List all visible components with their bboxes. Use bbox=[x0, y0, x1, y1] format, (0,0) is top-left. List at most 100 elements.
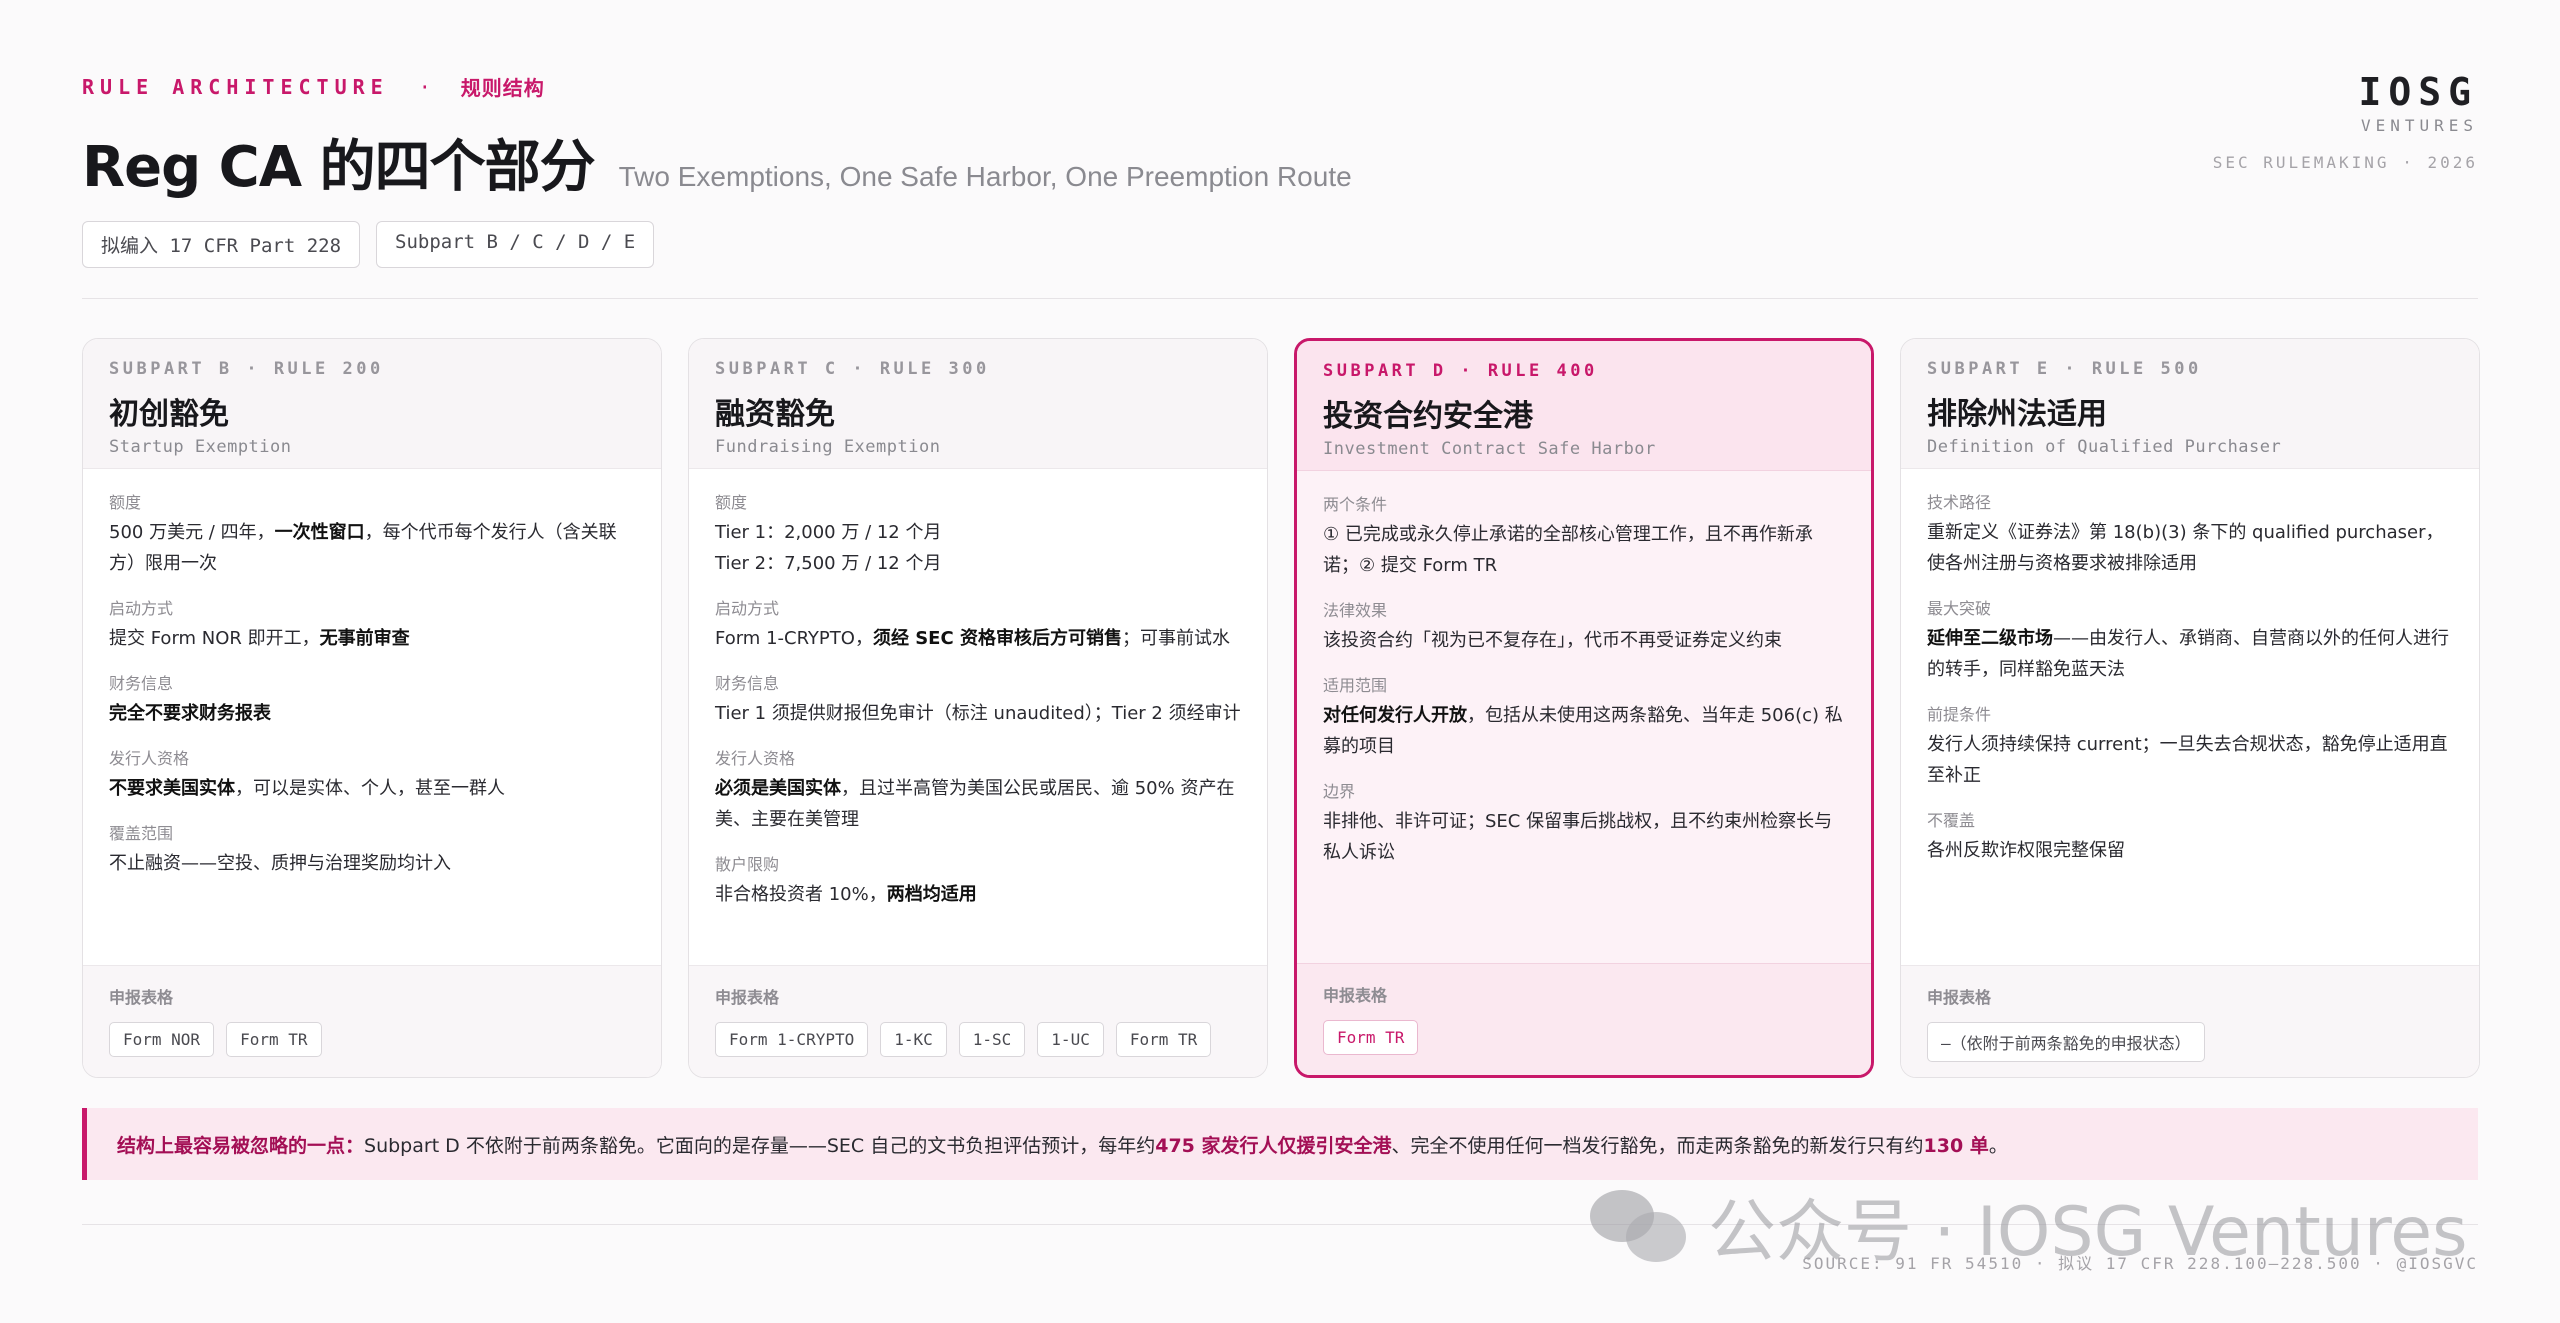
card-field: 发行人资格必须是美国实体，且过半高管为美国公民或居民、逾 50% 资产在美、主要… bbox=[715, 745, 1241, 835]
form-chip: Form TR bbox=[1323, 1020, 1419, 1055]
form-chip: 1-SC bbox=[958, 1022, 1026, 1057]
form-chip: Form TR bbox=[1115, 1022, 1212, 1057]
card-subpart: SUBPART B · RULE 200 bbox=[109, 359, 384, 379]
field-value: Tier 1 须提供财报但免审计（标注 unaudited）；Tier 2 须经… bbox=[715, 703, 1241, 724]
card-field: 技术路径重新定义《证券法》第 18(b)(3) 条下的 qualified pu… bbox=[1927, 489, 2453, 579]
card-body: 额度 Tier 1：2,000 万 / 12 个月 Tier 2：7,500 万 /… bbox=[689, 469, 1267, 910]
tag-row: 拟编入 17 CFR Part 228 Subpart B / C / D / … bbox=[82, 221, 655, 268]
field-label: 额度 bbox=[109, 493, 142, 512]
callout-text-3: 。 bbox=[1988, 1134, 2008, 1157]
card-field: 最大突破延伸至二级市场——由发行人、承销商、自营商以外的任何人进行的转手，同样豁… bbox=[1927, 595, 2453, 685]
field-label: 散户限购 bbox=[715, 855, 780, 874]
card-header: SUBPART C · RULE 300 融资豁免 Fundraising Exem… bbox=[689, 339, 1267, 469]
field-value: 500 万美元 / 四年，一次性窗口，每个代币每个发行人（含关联方）限用一次 bbox=[109, 522, 617, 574]
field-value: ① 已完成或永久停止承诺的全部核心管理工作，且不再作新承诺；② 提交 Form … bbox=[1323, 524, 1813, 576]
title-row: Reg CA 的四个部分 Two Exemptions, One Safe Ha… bbox=[82, 122, 1352, 203]
field-value: 非合格投资者 10%，两档均适用 bbox=[715, 884, 977, 905]
card-footer: 申报表格 Form NOR Form TR bbox=[83, 965, 661, 1077]
field-label: 法律效果 bbox=[1323, 601, 1388, 620]
forms-label: 申报表格 bbox=[1927, 988, 1992, 1007]
callout-highlight-1: 475 家发行人仅援引安全港 bbox=[1155, 1134, 1392, 1157]
card-footer: 申报表格 Form 1-CRYPTO 1-KC 1-SC 1-UC Form TR bbox=[689, 965, 1267, 1077]
card-body: 技术路径重新定义《证券法》第 18(b)(3) 条下的 qualified pu… bbox=[1901, 469, 2479, 866]
card-title: 融资豁免 bbox=[715, 397, 835, 432]
tag-cfr: 拟编入 17 CFR Part 228 bbox=[82, 221, 361, 268]
field-label: 最大突破 bbox=[1927, 599, 1992, 618]
field-value: 非排他、非许可证；SEC 保留事后挑战权，且不约束州检察长与私人诉讼 bbox=[1323, 811, 1833, 863]
rule-card: SUBPART B · RULE 200 初创豁免 Startup Exemptio… bbox=[82, 338, 662, 1078]
callout-highlight-2: 130 单 bbox=[1923, 1134, 1989, 1157]
rule-card: SUBPART D · RULE 400 投资合约安全港 Investment Co… bbox=[1294, 338, 1874, 1078]
field-label: 适用范围 bbox=[1323, 676, 1388, 695]
card-subpart: SUBPART C · RULE 300 bbox=[715, 359, 990, 379]
callout-note: 结构上最容易被忽略的一点： Subpart D 不依附于前两条豁免。它面向的是存… bbox=[82, 1108, 2478, 1180]
card-title: 投资合约安全港 bbox=[1323, 399, 1533, 434]
form-chip: —（依附于前两条豁免的申报状态） bbox=[1927, 1022, 2205, 1062]
field-value: 提交 Form NOR 即开工，无事前审查 bbox=[109, 628, 410, 649]
callout-text-2: 、完全不使用任何一档发行豁免，而走两条豁免的新发行只有约 bbox=[1391, 1134, 1924, 1157]
section-kicker: RULE ARCHITECTURE · 规则结构 bbox=[82, 72, 545, 101]
page-subtitle: Two Exemptions, One Safe Harbor, One Pre… bbox=[618, 161, 1352, 192]
card-field: 启动方式 Form 1-CRYPTO，须经 SEC 资格审核后方可销售；可事前试水 bbox=[715, 595, 1241, 654]
card-header: SUBPART B · RULE 200 初创豁免 Startup Exemptio… bbox=[83, 339, 661, 469]
field-label: 不覆盖 bbox=[1927, 811, 1976, 830]
kicker-separator: · bbox=[418, 74, 431, 99]
card-title-en: Fundraising Exemption bbox=[715, 437, 941, 457]
card-field: 两个条件 ① 已完成或永久停止承诺的全部核心管理工作，且不再作新承诺；② 提交 F… bbox=[1323, 491, 1845, 581]
card-title: 排除州法适用 bbox=[1927, 397, 2107, 432]
form-chip: Form NOR bbox=[109, 1022, 215, 1057]
card-field: 前提条件 发行人须持续保持 current；一旦失去合规状态，豁免停止适用直至补正 bbox=[1927, 701, 2453, 791]
forms-label: 申报表格 bbox=[715, 988, 780, 1007]
source-note: SOURCE: 91 FR 54510 · 拟议 17 CFR 228.100–… bbox=[1802, 1254, 2478, 1273]
field-value: 不止融资——空投、质押与治理奖励均计入 bbox=[109, 853, 451, 874]
field-label: 发行人资格 bbox=[715, 749, 796, 768]
card-field: 发行人资格不要求美国实体，可以是实体、个人，甚至一群人 bbox=[109, 745, 635, 804]
card-header: SUBPART E · RULE 500 排除州法适用 Definition of … bbox=[1901, 339, 2479, 469]
divider-top bbox=[82, 298, 2478, 299]
page-title: Reg CA 的四个部分 bbox=[82, 135, 596, 200]
forms-label: 申报表格 bbox=[1323, 986, 1388, 1005]
forms-label: 申报表格 bbox=[109, 988, 174, 1007]
card-body: 额度 500 万美元 / 四年，一次性窗口，每个代币每个发行人（含关联方）限用一次… bbox=[83, 469, 661, 879]
field-value: 各州反欺诈权限完整保留 bbox=[1927, 840, 2125, 861]
card-field: 额度 500 万美元 / 四年，一次性窗口，每个代币每个发行人（含关联方）限用一次 bbox=[109, 489, 635, 579]
form-chip: 1-UC bbox=[1037, 1022, 1104, 1057]
field-label: 启动方式 bbox=[109, 599, 174, 618]
field-value: Form 1-CRYPTO，须经 SEC 资格审核后方可销售；可事前试水 bbox=[715, 628, 1230, 649]
field-value: Tier 1：2,000 万 / 12 个月 Tier 2：7,500 万 / 1… bbox=[715, 522, 942, 574]
card-field: 额度 Tier 1：2,000 万 / 12 个月 Tier 2：7,500 万 /… bbox=[715, 489, 1241, 579]
field-label: 技术路径 bbox=[1927, 493, 1992, 512]
brand-logo: IOSG bbox=[2358, 70, 2478, 114]
form-chip: Form 1-CRYPTO bbox=[715, 1022, 869, 1057]
field-label: 边界 bbox=[1323, 782, 1356, 801]
rule-card: SUBPART E · RULE 500 排除州法适用 Definition of … bbox=[1900, 338, 2480, 1078]
field-value: 该投资合约「视为已不复存在」，代币不再受证券定义约束 bbox=[1323, 630, 1782, 651]
card-footer: 申报表格 —（依附于前两条豁免的申报状态） bbox=[1901, 965, 2479, 1077]
card-field: 法律效果该投资合约「视为已不复存在」，代币不再受证券定义约束 bbox=[1323, 597, 1845, 656]
card-footer: 申报表格 Form TR bbox=[1297, 963, 1871, 1075]
field-value: 必须是美国实体，且过半高管为美国公民或居民、逾 50% 资产在美、主要在美管理 bbox=[715, 778, 1235, 830]
card-subpart: SUBPART D · RULE 400 bbox=[1323, 361, 1598, 381]
kicker-cn: 规则结构 bbox=[460, 76, 545, 100]
field-value: 延伸至二级市场——由发行人、承销商、自营商以外的任何人进行的转手，同样豁免蓝天法 bbox=[1927, 628, 2449, 680]
brand-meta: SEC RULEMAKING · 2026 bbox=[2212, 153, 2478, 172]
field-label: 两个条件 bbox=[1323, 495, 1388, 514]
field-value: 发行人须持续保持 current；一旦失去合规状态，豁免停止适用直至补正 bbox=[1927, 734, 2448, 786]
wechat-icon bbox=[1590, 1186, 1690, 1266]
card-body: 两个条件 ① 已完成或永久停止承诺的全部核心管理工作，且不再作新承诺；② 提交 F… bbox=[1297, 471, 1871, 868]
field-label: 发行人资格 bbox=[109, 749, 190, 768]
field-label: 财务信息 bbox=[715, 674, 780, 693]
field-value: 不要求美国实体，可以是实体、个人，甚至一群人 bbox=[109, 778, 505, 799]
card-field: 财务信息 完全不要求财务报表 bbox=[109, 670, 635, 729]
card-subpart: SUBPART E · RULE 500 bbox=[1927, 359, 2202, 379]
card-header: SUBPART D · RULE 400 投资合约安全港 Investment Co… bbox=[1297, 341, 1871, 471]
field-value: 重新定义《证券法》第 18(b)(3) 条下的 qualified purcha… bbox=[1927, 522, 2444, 574]
callout-text-1: Subpart D 不依附于前两条豁免。它面向的是存量——SEC 自己的文书负担… bbox=[364, 1134, 1156, 1157]
field-label: 额度 bbox=[715, 493, 748, 512]
card-field: 不覆盖各州反欺诈权限完整保留 bbox=[1927, 807, 2453, 866]
form-chip: Form TR bbox=[226, 1022, 322, 1057]
field-value: 对任何发行人开放，包括从未使用这两条豁免、当年走 506(c) 私募的项目 bbox=[1323, 705, 1843, 757]
card-field: 边界非排他、非许可证；SEC 保留事后挑战权，且不约束州检察长与私人诉讼 bbox=[1323, 778, 1845, 868]
kicker-en: RULE ARCHITECTURE bbox=[82, 74, 389, 99]
card-field: 散户限购非合格投资者 10%，两档均适用 bbox=[715, 851, 1241, 910]
